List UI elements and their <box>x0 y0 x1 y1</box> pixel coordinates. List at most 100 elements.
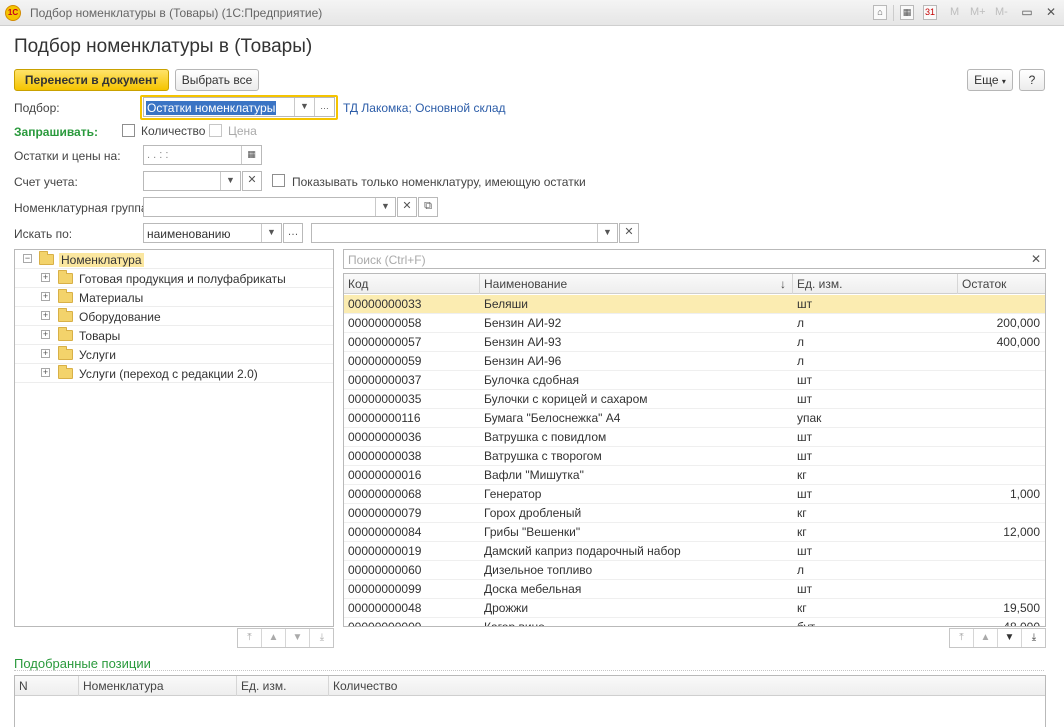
expand-icon[interactable]: + <box>41 292 50 301</box>
tree-item-root[interactable]: − Номенклатура <box>15 250 333 269</box>
move-bottom-icon[interactable]: ⤓ <box>1022 629 1046 647</box>
table-row[interactable]: 00000000060 Дизельное топливо л <box>344 561 1045 580</box>
move-down-icon[interactable]: ▼ <box>286 629 310 647</box>
chevron-down-icon[interactable]: ▼ <box>261 224 281 242</box>
search-value-input[interactable]: ▼ <box>311 223 618 243</box>
cell-name: Грибы "Вешенки" <box>484 525 581 539</box>
chevron-down-icon[interactable]: ▼ <box>597 224 617 242</box>
expand-icon[interactable]: + <box>41 311 50 320</box>
column-header-unit[interactable]: Ед. изм. <box>237 676 329 696</box>
tree-item-goods[interactable]: + Товары <box>15 326 333 345</box>
nomenclature-tree[interactable]: − Номенклатура + Готовая продукция и пол… <box>14 249 334 627</box>
calendar-icon[interactable]: 31 <box>923 5 937 20</box>
column-header-quantity[interactable]: Количество <box>329 676 1045 696</box>
cell-code: 00000000059 <box>348 354 422 368</box>
tree-item-services-transition[interactable]: + Услуги (переход с редакции 2.0) <box>15 364 333 383</box>
column-header-unit[interactable]: Ед. изм. <box>793 274 958 294</box>
chevron-down-icon[interactable]: ▼ <box>294 98 314 116</box>
move-up-icon[interactable]: ▲ <box>262 629 286 647</box>
nomenclature-table[interactable]: Код Наименование ↓ Ед. изм. Остаток 0000… <box>343 273 1046 627</box>
home-icon[interactable]: ⌂ <box>873 5 887 20</box>
price-checkbox[interactable] <box>209 124 222 137</box>
tree-item-services[interactable]: + Услуги <box>15 345 333 364</box>
column-header-n[interactable]: N <box>15 676 79 696</box>
expand-icon[interactable]: + <box>41 330 50 339</box>
search-by-choose-button[interactable]: … <box>283 223 303 243</box>
cell-stock: 48,000 <box>1003 620 1040 627</box>
selected-positions-table[interactable]: N Номенклатура Ед. изм. Количество <box>14 675 1046 727</box>
selected-positions-title: Подобранные позиции <box>14 656 151 671</box>
cell-name: Булочка сдобная <box>484 373 580 387</box>
expand-icon[interactable]: + <box>41 368 50 377</box>
table-row[interactable]: 00000000058 Бензин АИ-92 л 200,000 <box>344 314 1045 333</box>
expand-icon[interactable]: + <box>41 349 50 358</box>
move-bottom-icon[interactable]: ⤓ <box>310 629 334 647</box>
podbor-select[interactable]: Остатки номенклатуры ▼ … <box>143 97 335 117</box>
table-row[interactable]: 00000000068 Генератор шт 1,000 <box>344 485 1045 504</box>
calculator-icon[interactable]: ▦ <box>900 5 914 20</box>
cell-stock: 1,000 <box>1009 487 1040 501</box>
table-row[interactable]: 00000000099 Доска мебельная шт <box>344 580 1045 599</box>
table-row[interactable]: 00000000116 Бумага "Белоснежка" А4 упак <box>344 409 1045 428</box>
search-input[interactable]: Поиск (Ctrl+F) ✕ <box>343 249 1046 269</box>
move-down-icon[interactable]: ▼ <box>998 629 1022 647</box>
group-select[interactable]: ▼ <box>143 197 396 217</box>
table-row[interactable]: 00000000035 Булочки с корицей и сахаром шт <box>344 390 1045 409</box>
cell-code: 00000000068 <box>348 487 422 501</box>
search-value-clear-button[interactable]: ✕ <box>619 223 639 243</box>
group-clear-button[interactable]: ✕ <box>397 197 417 217</box>
column-header-nomenclature[interactable]: Номенклатура <box>79 676 237 696</box>
move-top-icon[interactable]: ⤒ <box>238 629 262 647</box>
account-clear-button[interactable]: ✕ <box>242 171 262 191</box>
group-open-icon[interactable]: ⧉ <box>418 197 438 217</box>
chevron-down-icon[interactable]: ▼ <box>375 198 395 216</box>
folder-icon <box>58 270 73 284</box>
table-row[interactable]: 00000000037 Булочка сдобная шт <box>344 371 1045 390</box>
minimize-button[interactable]: ▭ <box>1018 4 1036 21</box>
account-select[interactable]: ▼ <box>143 171 241 191</box>
calendar-picker-icon[interactable]: ▦ <box>241 146 261 164</box>
select-all-button[interactable]: Выбрать все <box>175 69 259 91</box>
warehouse-link[interactable]: ТД Лакомка; Основной склад <box>343 101 506 115</box>
quantity-checkbox[interactable] <box>122 124 135 137</box>
memory-minus-button[interactable]: M- <box>995 6 1008 18</box>
chevron-down-icon[interactable]: ▼ <box>220 172 240 190</box>
move-top-icon[interactable]: ⤒ <box>950 629 974 647</box>
table-row[interactable]: 00000000019 Дамский каприз подарочный наб… <box>344 542 1045 561</box>
column-header-stock[interactable]: Остаток <box>958 274 1045 294</box>
memory-m-button[interactable]: M <box>950 6 959 18</box>
more-button[interactable]: Еще ▾ <box>967 69 1013 91</box>
clear-search-icon[interactable]: ✕ <box>1031 252 1041 266</box>
table-row[interactable]: 00000000009 Кагор вино бут 48,000 <box>344 618 1045 627</box>
expand-icon[interactable]: + <box>41 273 50 282</box>
cell-unit: шт <box>797 544 813 558</box>
table-row[interactable]: 00000000038 Ватрушка с творогом шт <box>344 447 1045 466</box>
table-row[interactable]: 00000000033 Беляши шт <box>344 295 1045 314</box>
only-stock-checkbox[interactable] <box>272 174 285 187</box>
table-row[interactable]: 00000000016 Вафли "Мишутка" кг <box>344 466 1045 485</box>
table-row[interactable]: 00000000057 Бензин АИ-93 л 400,000 <box>344 333 1045 352</box>
collapse-icon[interactable]: − <box>23 254 32 263</box>
table-row[interactable]: 00000000059 Бензин АИ-96 л <box>344 352 1045 371</box>
close-window-button[interactable]: ✕ <box>1042 4 1060 21</box>
memory-plus-button[interactable]: M+ <box>970 6 986 18</box>
cell-code: 00000000033 <box>348 297 422 311</box>
tree-item-finished-goods[interactable]: + Готовая продукция и полуфабрикаты <box>15 269 333 288</box>
table-row[interactable]: 00000000079 Горох дробленый кг <box>344 504 1045 523</box>
column-header-code[interactable]: Код <box>344 274 480 294</box>
date-input[interactable]: . . : : ▦ <box>143 145 262 165</box>
cell-unit: л <box>797 563 805 577</box>
column-header-name[interactable]: Наименование ↓ <box>480 274 793 294</box>
transfer-to-document-button[interactable]: Перенести в документ <box>14 69 169 91</box>
move-up-icon[interactable]: ▲ <box>974 629 998 647</box>
table-row[interactable]: 00000000036 Ватрушка с повидлом шт <box>344 428 1045 447</box>
search-by-select[interactable]: наименованию ▼ <box>143 223 282 243</box>
tree-item-materials[interactable]: + Материалы <box>15 288 333 307</box>
table-row[interactable]: 00000000048 Дрожжи кг 19,500 <box>344 599 1045 618</box>
help-button[interactable]: ? <box>1019 69 1045 91</box>
tree-item-equipment[interactable]: + Оборудование <box>15 307 333 326</box>
table-row[interactable]: 00000000084 Грибы "Вешенки" кг 12,000 <box>344 523 1045 542</box>
window-titlebar: 1С Подбор номенклатуры в (Товары) (1С:Пр… <box>0 0 1064 26</box>
podbor-choose-button[interactable]: … <box>314 98 334 116</box>
cell-name: Бумага "Белоснежка" А4 <box>484 411 621 425</box>
